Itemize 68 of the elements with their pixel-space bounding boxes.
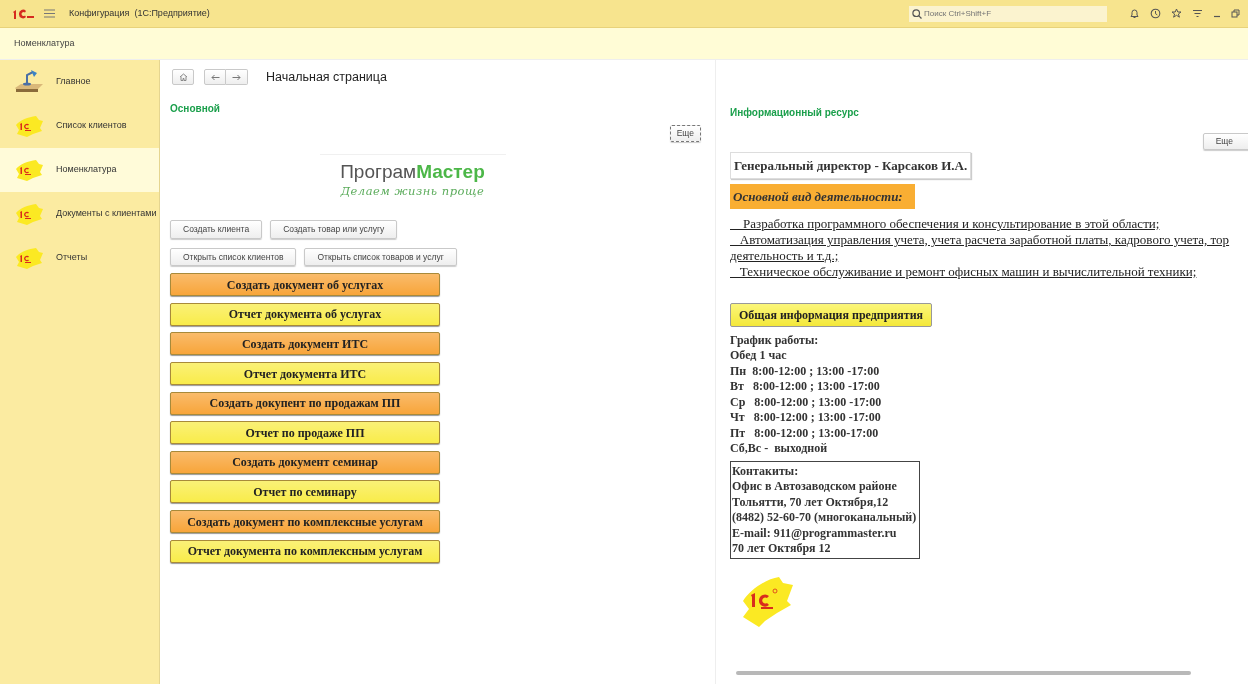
- activity-text: деятельность и т.д.;: [730, 247, 839, 263]
- more-button[interactable]: Еще: [1202, 133, 1248, 150]
- star-icon[interactable]: [1171, 8, 1182, 19]
- schedule-line: Вт 8:00-12:00 ; 13:00 -17:00: [730, 379, 880, 394]
- home-icon: [178, 73, 188, 82]
- contact-line: 70 лет Октября 12: [732, 541, 831, 556]
- activity-text: Автоматизация управления учета, учета расчета заработной платы, кадрового учета, тор: [738, 231, 1230, 247]
- logo-icon: [12, 8, 34, 19]
- home-button[interactable]: [172, 69, 194, 86]
- panel-title: Основной: [170, 102, 220, 114]
- search-icon: [912, 8, 922, 19]
- info-button[interactable]: Общая информация предприятия: [730, 302, 933, 327]
- action-button[interactable]: Отчет документа об услугах: [170, 302, 440, 326]
- section-title: Номенклатура: [14, 36, 75, 50]
- schedule-line: Ср 8:00-12:00 ; 13:00 -17:00: [730, 394, 882, 409]
- schedule-line: Обед 1 час: [730, 348, 787, 363]
- activity-text: Разработка программного обеспечения и консультирование в этой области;: [742, 215, 1160, 231]
- action-button[interactable]: Создать документ ИТС: [170, 332, 440, 356]
- schedule-line: Чт 8:00-12:00 ; 13:00 -17:00: [730, 410, 881, 425]
- search-field[interactable]: Поиск Ctrl+Shift+F: [909, 5, 1107, 22]
- schedule-line: Пн 8:00-12:00 ; 13:00 -17:00: [730, 363, 880, 378]
- company-logo: ПрограмМастер Делаем жизнь проще: [319, 153, 506, 200]
- bell-icon[interactable]: [1129, 8, 1140, 19]
- sidebar-item[interactable]: Номенклатура: [0, 148, 159, 192]
- form-button[interactable]: Создать товар или услугу: [270, 219, 398, 239]
- schedule-line: Сб,Вс - выходной: [730, 441, 828, 456]
- forward-arrow-icon: [232, 73, 241, 81]
- form-button[interactable]: Создать клиента: [170, 219, 263, 239]
- filter-icon[interactable]: [1192, 8, 1203, 19]
- sidebar-item[interactable]: Отчеты: [0, 236, 159, 280]
- logo-icon: [14, 247, 44, 269]
- sidebar-item[interactable]: Документы с клиентами: [0, 192, 159, 236]
- desk-lamp-icon: [14, 69, 44, 95]
- more-button[interactable]: Еще: [669, 124, 701, 142]
- schedule-line: График работы:: [730, 332, 819, 347]
- contact-line: (8482) 52-60-70 (многоканальный): [732, 510, 917, 525]
- action-button[interactable]: Отчет по семинару: [170, 480, 440, 504]
- sidebar-item[interactable]: Список клиентов: [0, 104, 159, 148]
- history-icon[interactable]: [1150, 8, 1161, 19]
- back-arrow-icon: [210, 73, 220, 81]
- logo-icon: [14, 203, 44, 225]
- activity-heading: Основной вид деятельности:: [730, 184, 915, 209]
- schedule-line: Пт 8:00-12:00 ; 13:00-17:00: [730, 425, 879, 440]
- window-title: Конфигурация (1С:Предприятие): [69, 6, 210, 20]
- logo-icon: [14, 115, 44, 137]
- action-button[interactable]: Создать документ по комплексные услугам: [170, 510, 440, 533]
- form-button[interactable]: Открыть список товаров и услуг: [304, 247, 457, 267]
- activity-text: Техническое обслуживание и ремонт офисных машин и вычислительной техники;: [738, 263, 1197, 279]
- contact-line: Тольятти, 70 лет Октября,12: [732, 494, 889, 509]
- contact-line: Офис в Автозаводском районе: [732, 479, 897, 494]
- form-button[interactable]: Открыть список клиентов: [170, 247, 297, 267]
- contact-line: Контакиты:: [732, 463, 799, 478]
- director-label: Генеральный директор - Карсаков И.А.: [730, 151, 972, 180]
- action-button[interactable]: Отчет документа ИТС: [170, 362, 440, 386]
- action-button[interactable]: Создать докупент по продажам ПП: [170, 391, 440, 415]
- action-button[interactable]: Отчет документа по комплексным услугам: [170, 539, 440, 563]
- menu-icon[interactable]: [44, 9, 55, 18]
- sidebar-item[interactable]: Главное: [0, 60, 159, 104]
- logo-icon: [14, 159, 44, 181]
- panel-title: Информационный ресурс: [730, 107, 859, 118]
- action-button[interactable]: Создать документ семинар: [170, 450, 440, 474]
- action-button[interactable]: Отчет по продаже ПП: [170, 421, 440, 445]
- action-button[interactable]: Создать документ об услугах: [170, 273, 440, 297]
- restore-icon[interactable]: [1231, 8, 1240, 19]
- forward-button[interactable]: [226, 69, 248, 86]
- contact-line: E-mail: 911@programmaster.ru: [732, 525, 897, 540]
- page-title: Начальная страница: [266, 69, 387, 86]
- back-button[interactable]: [204, 69, 226, 86]
